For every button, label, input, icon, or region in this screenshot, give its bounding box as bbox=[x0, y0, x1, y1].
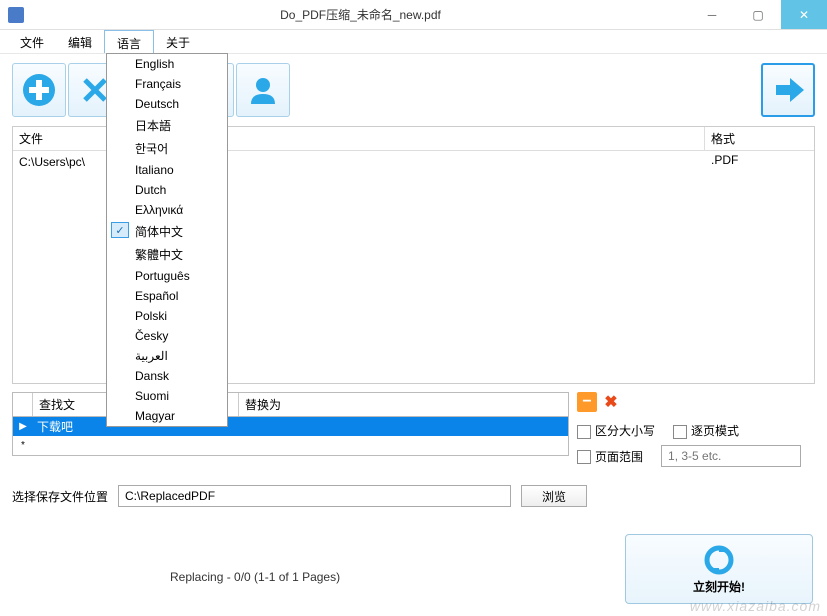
language-option[interactable]: ✓简体中文 bbox=[107, 220, 227, 243]
language-option[interactable]: 日本語 bbox=[107, 114, 227, 137]
clear-rows-button[interactable]: ✖ bbox=[601, 392, 621, 412]
language-option[interactable]: 繁體中文 bbox=[107, 243, 227, 266]
language-dropdown: EnglishFrançaisDeutsch日本語한국어ItalianoDutc… bbox=[106, 53, 228, 427]
remove-row-button[interactable]: − bbox=[577, 392, 597, 412]
start-button[interactable]: 立刻开始! bbox=[625, 534, 813, 604]
maximize-button[interactable]: ▢ bbox=[735, 0, 781, 29]
status-text: Replacing - 0/0 (1-1 of 1 Pages) bbox=[170, 570, 340, 584]
add-button[interactable] bbox=[12, 63, 66, 117]
col-marker bbox=[13, 393, 33, 416]
page-mode-checkbox[interactable]: 逐页模式 bbox=[673, 422, 739, 439]
arrow-right-icon bbox=[770, 72, 806, 108]
menu-edit[interactable]: 编辑 bbox=[56, 30, 104, 53]
language-option[interactable]: Česky bbox=[107, 326, 227, 346]
refresh-icon bbox=[703, 544, 735, 576]
language-option[interactable]: Polski bbox=[107, 306, 227, 326]
case-sensitive-checkbox[interactable]: 区分大小写 bbox=[577, 422, 655, 439]
language-option[interactable]: Español bbox=[107, 286, 227, 306]
language-option[interactable]: English bbox=[107, 54, 227, 74]
page-range-input[interactable] bbox=[661, 445, 801, 467]
menu-language[interactable]: 语言 bbox=[104, 30, 154, 53]
table-row[interactable]: ▶下载吧 bbox=[13, 417, 568, 436]
language-option[interactable]: Dansk bbox=[107, 366, 227, 386]
user-icon bbox=[245, 72, 281, 108]
language-option[interactable]: Ελληνικά bbox=[107, 200, 227, 220]
find-replace-table: 查找文 替换为 ▶下载吧* bbox=[12, 392, 569, 473]
watermark: www.xiazaiba.com bbox=[690, 598, 821, 614]
browse-button[interactable]: 浏览 bbox=[521, 485, 587, 507]
language-option[interactable]: Suomi bbox=[107, 386, 227, 406]
language-option[interactable]: العربية bbox=[107, 346, 227, 366]
language-option[interactable]: Dutch bbox=[107, 180, 227, 200]
user-button[interactable] bbox=[236, 63, 290, 117]
titlebar: Do_PDF压缩_未命名_new.pdf ─ ▢ ✕ bbox=[0, 0, 827, 30]
table-row[interactable]: * bbox=[13, 436, 568, 455]
save-path-input[interactable] bbox=[118, 485, 511, 507]
page-range-checkbox[interactable]: 页面范围 bbox=[577, 448, 643, 465]
language-option[interactable]: 한국어 bbox=[107, 137, 227, 160]
language-option[interactable]: Français bbox=[107, 74, 227, 94]
menu-file[interactable]: 文件 bbox=[8, 30, 56, 53]
language-option[interactable]: Magyar bbox=[107, 406, 227, 426]
file-format: .PDF bbox=[705, 151, 744, 172]
next-button[interactable] bbox=[761, 63, 815, 117]
col-replace[interactable]: 替换为 bbox=[239, 393, 568, 416]
language-option[interactable]: Italiano bbox=[107, 160, 227, 180]
save-location-label: 选择保存文件位置 bbox=[12, 488, 108, 505]
plus-icon bbox=[21, 72, 57, 108]
app-icon bbox=[8, 7, 24, 23]
close-button[interactable]: ✕ bbox=[781, 0, 827, 29]
minimize-button[interactable]: ─ bbox=[689, 0, 735, 29]
window-title: Do_PDF压缩_未命名_new.pdf bbox=[32, 6, 689, 23]
menubar: 文件 编辑 语言 关于 bbox=[0, 30, 827, 54]
menu-about[interactable]: 关于 bbox=[154, 30, 202, 53]
language-option[interactable]: Português bbox=[107, 266, 227, 286]
col-format[interactable]: 格式 bbox=[705, 127, 814, 150]
language-option[interactable]: Deutsch bbox=[107, 94, 227, 114]
